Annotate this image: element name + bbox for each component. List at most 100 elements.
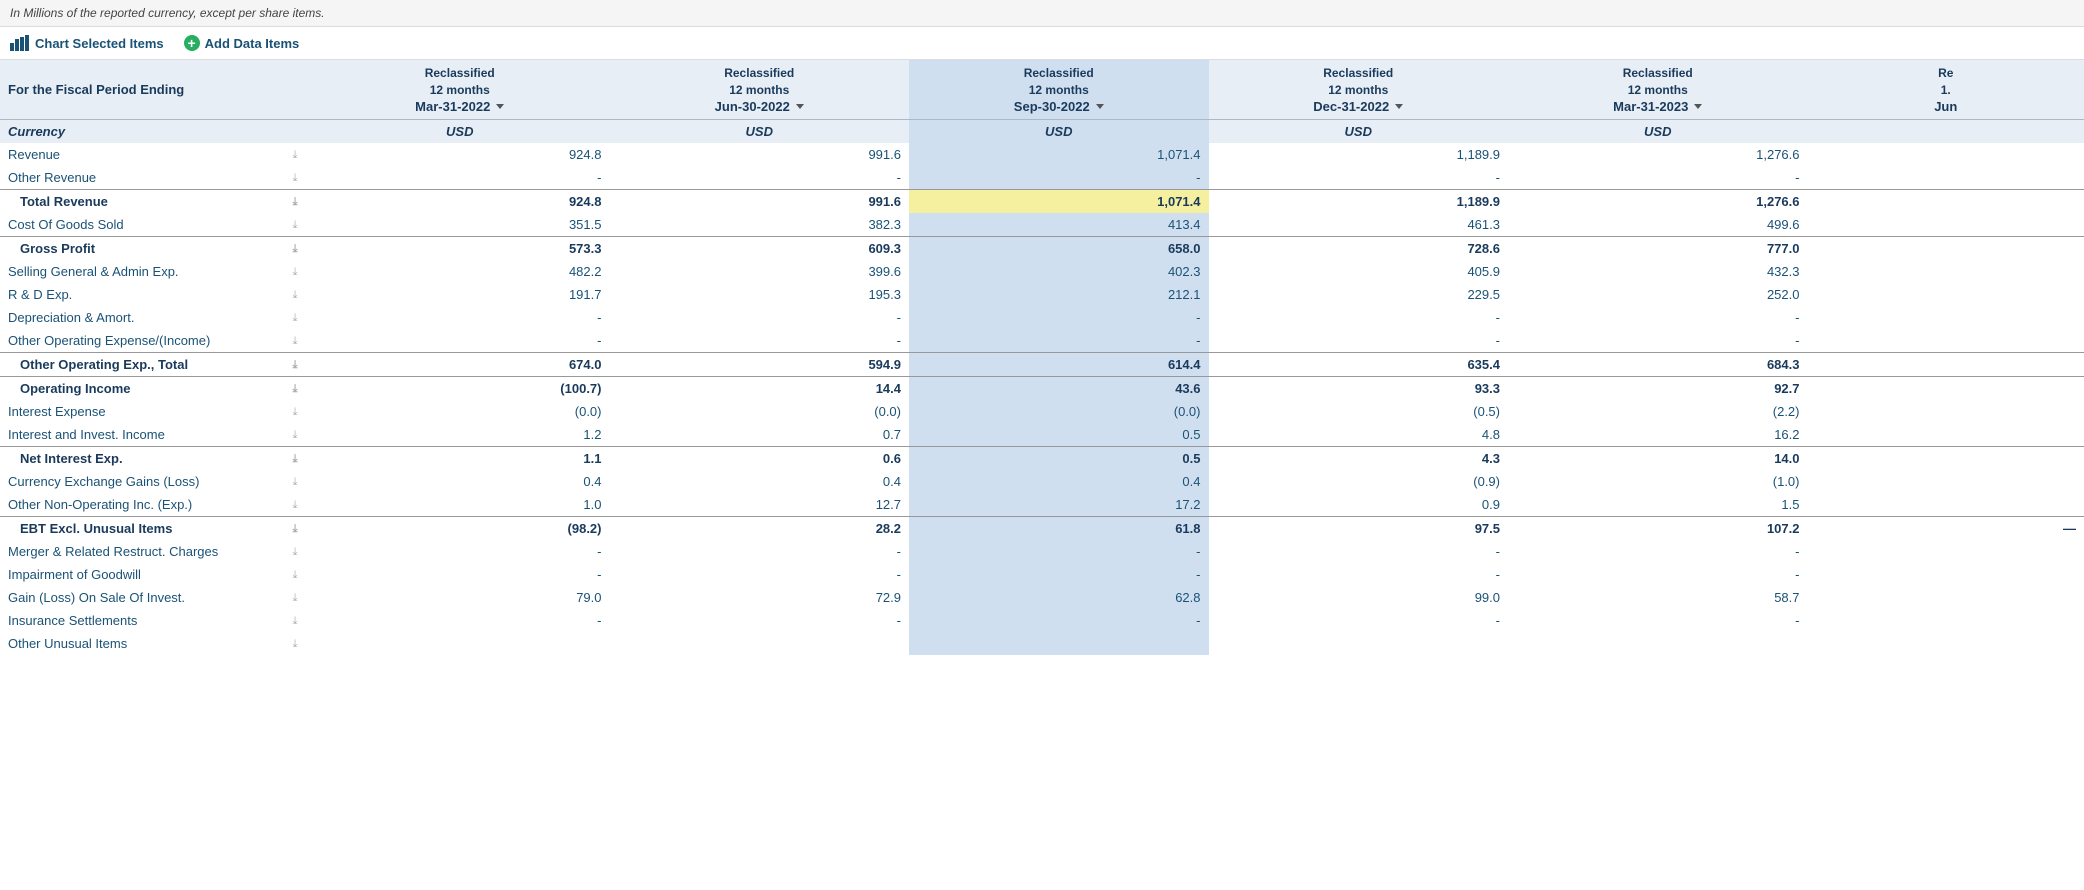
sort-icon-cell[interactable]: ⤓ [280,143,310,166]
data-cell: 99.0 [1209,586,1509,609]
sort-icon-cell[interactable]: ⤓ [280,423,310,447]
col1-date[interactable]: Mar-31-2022 [322,99,598,114]
data-cell: 777.0 [1508,236,1808,260]
sort-icon-cell[interactable]: ⤓ [280,540,310,563]
table-row: Impairment of Goodwill⤓----- [0,563,2084,586]
data-cell: 93.3 [1209,376,1509,400]
data-cell: - [1508,166,1808,190]
sort-icon-cell[interactable]: ⤓ [280,236,310,260]
data-cell [610,632,910,655]
sort-icon-cell[interactable]: ⤓ [280,306,310,329]
table-row: Merger & Related Restruct. Charges⤓----- [0,540,2084,563]
sort-icon-cell[interactable]: ⤓ [280,400,310,423]
data-cell: 684.3 [1508,352,1808,376]
sort-icon-cell[interactable]: ⤓ [280,516,310,540]
data-cell [1808,283,2084,306]
sort-icon-cell[interactable]: ⤓ [280,283,310,306]
data-cell: 107.2 [1508,516,1808,540]
col3-period: Reclassified12 months [921,65,1197,99]
sort-icon-cell[interactable]: ⤓ [280,189,310,213]
data-cell: - [610,609,910,632]
data-cell: - [610,540,910,563]
sort-icon-cell[interactable]: ⤓ [280,260,310,283]
data-cell: 1.5 [1508,493,1808,517]
data-cell: (100.7) [310,376,610,400]
table-row: Operating Income⤓(100.7)14.443.693.392.7 [0,376,2084,400]
data-cell: (1.0) [1508,470,1808,493]
data-cell: 92.7 [1508,376,1808,400]
col1-chevron-icon[interactable] [496,104,504,109]
data-cell: (2.2) [1508,400,1808,423]
table-row: Gross Profit⤓573.3609.3658.0728.6777.0 [0,236,2084,260]
sort-icon-cell[interactable]: ⤓ [280,329,310,353]
sort-icon-cell[interactable]: ⤓ [280,493,310,517]
row-label: Depreciation & Amort. [0,306,280,329]
row-label: Insurance Settlements [0,609,280,632]
data-cell: 61.8 [909,516,1209,540]
add-data-items-button[interactable]: + Add Data Items [184,35,300,51]
data-cell [1808,563,2084,586]
sort-icon-cell[interactable]: ⤓ [280,352,310,376]
col3-date[interactable]: Sep-30-2022 [921,99,1197,114]
data-cell: - [310,306,610,329]
data-cell: 4.8 [1209,423,1509,447]
sort-icon-cell[interactable]: ⤓ [280,446,310,470]
col2-chevron-icon[interactable] [796,104,804,109]
data-cell: 614.4 [909,352,1209,376]
col2-period: Reclassified12 months [622,65,898,99]
data-cell: 79.0 [310,586,610,609]
sort-icon-cell[interactable]: ⤓ [280,632,310,655]
data-cell [909,632,1209,655]
data-cell: 728.6 [1209,236,1509,260]
data-cell [1808,306,2084,329]
data-cell: 58.7 [1508,586,1808,609]
col4-date[interactable]: Dec-31-2022 [1221,99,1497,114]
sort-icon-cell[interactable]: ⤓ [280,470,310,493]
col5-date[interactable]: Mar-31-2023 [1520,99,1796,114]
data-cell: 212.1 [909,283,1209,306]
col-header-3: Reclassified12 months Sep-30-2022 [909,60,1209,119]
data-cell: 609.3 [610,236,910,260]
table-row: Other Operating Exp., Total⤓674.0594.961… [0,352,2084,376]
chart-selected-items-button[interactable]: Chart Selected Items [10,35,164,51]
col-header-5: Reclassified12 months Mar-31-2023 [1508,60,1808,119]
data-cell: 1,071.4 [909,189,1209,213]
data-cell [1808,446,2084,470]
data-cell: 482.2 [310,260,610,283]
data-cell: - [610,306,910,329]
row-label: Other Non-Operating Inc. (Exp.) [0,493,280,517]
col-header-2: Reclassified12 months Jun-30-2022 [610,60,910,119]
table-row: Depreciation & Amort.⤓----- [0,306,2084,329]
row-label: Other Operating Expense/(Income) [0,329,280,353]
row-label: Revenue [0,143,280,166]
sort-icon-cell[interactable]: ⤓ [280,586,310,609]
data-cell: - [310,563,610,586]
data-cell [1808,329,2084,353]
row-label: Interest and Invest. Income [0,423,280,447]
data-cell: 229.5 [1209,283,1509,306]
col2-date[interactable]: Jun-30-2022 [622,99,898,114]
data-cell: 72.9 [610,586,910,609]
table-row: Gain (Loss) On Sale Of Invest.⤓79.072.96… [0,586,2084,609]
sort-icon-cell[interactable]: ⤓ [280,609,310,632]
col3-chevron-icon[interactable] [1096,104,1104,109]
sort-icon-cell[interactable]: ⤓ [280,213,310,237]
sort-icon-cell[interactable]: ⤓ [280,166,310,190]
data-cell: 402.3 [909,260,1209,283]
data-cell: 991.6 [610,189,910,213]
table-row: Insurance Settlements⤓----- [0,609,2084,632]
col-header-4: Reclassified12 months Dec-31-2022 [1209,60,1509,119]
data-cell: 635.4 [1209,352,1509,376]
sort-icon-cell[interactable]: ⤓ [280,563,310,586]
col4-period: Reclassified12 months [1221,65,1497,99]
col5-chevron-icon[interactable] [1694,104,1702,109]
sort-icon-cell[interactable]: ⤓ [280,376,310,400]
table-row: Selling General & Admin Exp.⤓482.2399.64… [0,260,2084,283]
data-cell: - [909,563,1209,586]
row-label: R & D Exp. [0,283,280,306]
currency-sort-placeholder [280,119,310,143]
row-label: Cost Of Goods Sold [0,213,280,237]
chart-icon [10,35,30,51]
column-header-row: For the Fiscal Period Ending Reclassifie… [0,60,2084,119]
col4-chevron-icon[interactable] [1395,104,1403,109]
